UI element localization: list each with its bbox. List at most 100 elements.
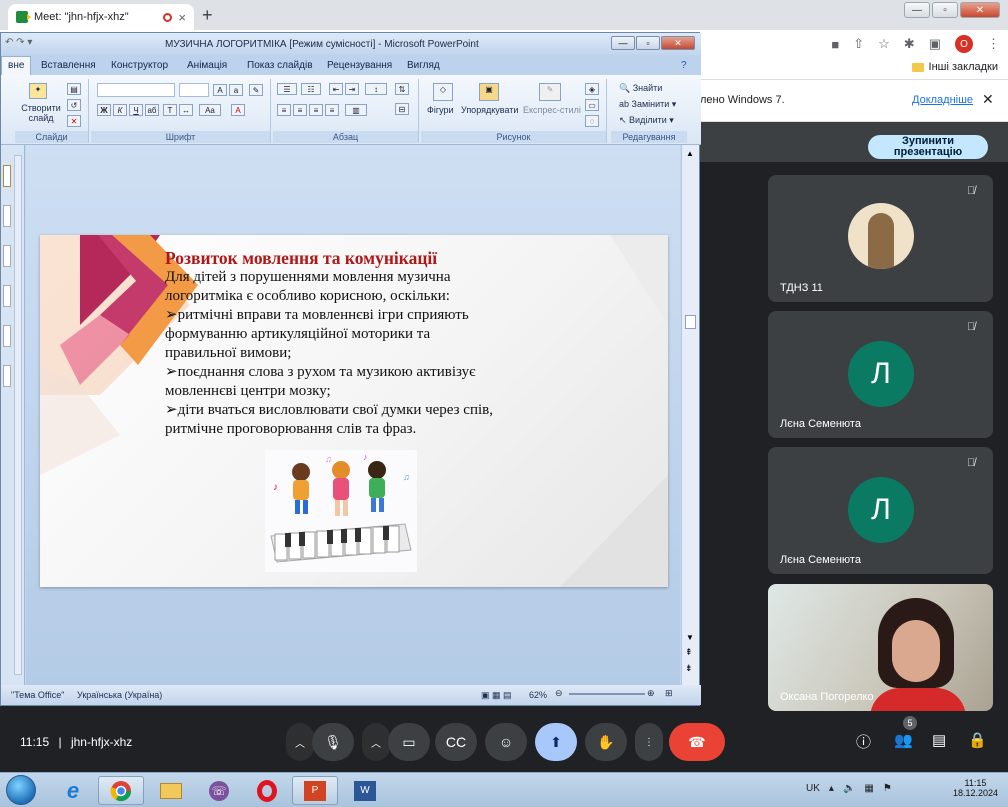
increase-indent-icon[interactable]: ⇥ bbox=[345, 83, 359, 95]
slide-thumbnail[interactable] bbox=[3, 205, 11, 227]
vertical-scrollbar[interactable]: ▲ ▼ ⇞ ⇟ bbox=[681, 145, 699, 685]
slide-thumbnail[interactable] bbox=[3, 365, 11, 387]
chrome-icon[interactable] bbox=[98, 776, 144, 805]
align-center-icon[interactable]: ≡ bbox=[293, 104, 307, 116]
shadow-icon[interactable]: T bbox=[163, 104, 177, 116]
internet-explorer-icon[interactable]: e bbox=[50, 776, 96, 805]
profile-avatar[interactable]: O bbox=[955, 35, 973, 53]
find-button[interactable]: 🔍 Знайти bbox=[619, 83, 662, 94]
powerpoint-taskbar-icon[interactable]: P bbox=[292, 776, 338, 805]
participant-tile[interactable]: 🎙̸ ТДНЗ 11 bbox=[768, 175, 993, 302]
opera-icon[interactable] bbox=[244, 776, 290, 805]
host-controls-icon[interactable]: 🔒 bbox=[968, 731, 987, 749]
participant-video-tile[interactable]: Оксана Погорелко bbox=[768, 584, 993, 711]
dancing-kids-piano-image[interactable]: ♪ ♫ ♪ ♫ bbox=[265, 450, 417, 572]
meet-tab[interactable]: Meet: "jhn-hfjx-xhz" × bbox=[8, 4, 194, 30]
spacing-icon[interactable]: ↔ bbox=[179, 104, 193, 116]
network-icon[interactable]: ▦ bbox=[864, 783, 873, 794]
tab-view[interactable]: Вигляд bbox=[407, 60, 440, 71]
slide-body[interactable]: Для дітей з порушеннями мовлення музична… bbox=[165, 268, 565, 439]
new-slide-button[interactable]: Створити слайд bbox=[21, 103, 61, 123]
tab-animation[interactable]: Анімація bbox=[187, 60, 227, 71]
zoom-slider[interactable] bbox=[569, 693, 645, 695]
action-center-icon[interactable]: ⚑ bbox=[883, 783, 892, 794]
shape-fill-icon[interactable]: ◈ bbox=[585, 83, 599, 95]
language-indicator[interactable]: UK bbox=[806, 783, 820, 794]
captions-button[interactable]: CC bbox=[435, 723, 477, 761]
font-color-icon[interactable]: A bbox=[231, 104, 245, 116]
video-options-button[interactable]: ︿ bbox=[362, 723, 390, 761]
align-right-icon[interactable]: ≡ bbox=[309, 104, 323, 116]
meeting-info-icon[interactable]: ⓘ bbox=[856, 731, 871, 752]
text-direction-icon[interactable]: ⇅ bbox=[395, 83, 409, 95]
shape-outline-icon[interactable]: ▭ bbox=[585, 99, 599, 111]
delete-slide-icon[interactable]: ✕ bbox=[67, 115, 81, 127]
chrome-menu-icon[interactable]: ⋮ bbox=[987, 36, 1000, 52]
volume-icon[interactable]: 🔈 bbox=[843, 783, 855, 794]
emoji-button[interactable]: ☺ bbox=[485, 723, 527, 761]
next-slide-icon[interactable]: ⇟ bbox=[685, 663, 693, 674]
underline-icon[interactable]: Ч bbox=[129, 104, 143, 116]
infobar-close-button[interactable]: ✕ bbox=[982, 91, 994, 108]
strikethrough-icon[interactable]: аб bbox=[145, 104, 159, 116]
start-button[interactable] bbox=[6, 775, 36, 805]
quick-access-toolbar[interactable]: ↶ ↷ ▾ bbox=[5, 37, 32, 48]
help-icon[interactable]: ? bbox=[681, 60, 687, 71]
ppt-minimize-button[interactable]: — bbox=[611, 36, 635, 50]
participant-tile[interactable]: Л 🎙̸ Лєна Семенюта bbox=[768, 311, 993, 438]
side-panel-icon[interactable]: ▣ bbox=[929, 36, 941, 52]
extensions-icon[interactable]: ✱ bbox=[904, 36, 915, 52]
align-text-icon[interactable]: ⊟ bbox=[395, 103, 409, 115]
slide[interactable]: Розвиток мовлення та комунікації Для діт… bbox=[40, 235, 668, 587]
numbering-icon[interactable]: ☷ bbox=[301, 83, 321, 95]
stop-presenting-button[interactable]: Зупинити презентацію bbox=[868, 135, 988, 159]
close-window-button[interactable]: ✕ bbox=[960, 2, 1000, 18]
tab-review[interactable]: Рецензування bbox=[327, 60, 392, 71]
share-icon[interactable]: ⇧ bbox=[853, 36, 864, 52]
camera-button[interactable]: ▭ bbox=[388, 723, 430, 761]
chat-icon[interactable]: ▤ bbox=[932, 731, 946, 749]
scrollbar-thumb[interactable] bbox=[685, 315, 696, 329]
new-tab-button[interactable]: + bbox=[202, 5, 213, 26]
arrange-button[interactable]: Упорядкувати bbox=[461, 105, 518, 115]
columns-icon[interactable]: ▥ bbox=[345, 104, 367, 116]
other-bookmarks[interactable]: Інші закладки bbox=[911, 61, 998, 73]
justify-icon[interactable]: ≡ bbox=[325, 104, 339, 116]
camera-permission-icon[interactable]: ■ bbox=[831, 37, 839, 52]
zoom-in-icon[interactable]: ⊕ bbox=[647, 688, 655, 699]
more-options-button[interactable]: ⋮ bbox=[635, 723, 663, 761]
quick-styles-button[interactable]: Експрес-стилі bbox=[523, 105, 581, 115]
people-icon[interactable]: 👥 bbox=[894, 731, 913, 749]
fit-slide-icon[interactable]: ⊞ bbox=[665, 688, 673, 699]
ppt-restore-button[interactable]: ▫ bbox=[636, 36, 660, 50]
zoom-out-icon[interactable]: ⊖ bbox=[555, 688, 563, 699]
viber-icon[interactable]: ☏ bbox=[196, 776, 242, 805]
learn-more-link[interactable]: Докладніше bbox=[912, 94, 973, 106]
slide-thumbnail[interactable] bbox=[3, 165, 11, 187]
slide-title[interactable]: Розвиток мовлення та комунікації bbox=[165, 248, 437, 269]
grow-font-icon[interactable]: A bbox=[213, 84, 227, 96]
minimize-button[interactable]: — bbox=[904, 2, 930, 18]
change-case-icon[interactable]: Aa bbox=[199, 104, 221, 116]
leave-call-button[interactable]: ☎ bbox=[669, 723, 725, 761]
file-explorer-icon[interactable] bbox=[148, 776, 194, 805]
tab-design[interactable]: Конструктор bbox=[111, 60, 168, 71]
shapes-button[interactable]: Фігури bbox=[427, 105, 454, 115]
select-button[interactable]: ↖ Виділити ▾ bbox=[619, 115, 674, 126]
line-spacing-icon[interactable]: ↕ bbox=[365, 83, 387, 95]
tab-home[interactable]: вне bbox=[1, 56, 32, 75]
view-buttons[interactable]: ▣ ▦ ▤ bbox=[481, 690, 512, 701]
layout-icon[interactable]: ▤ bbox=[67, 83, 81, 95]
bookmark-star-icon[interactable]: ☆ bbox=[878, 36, 890, 52]
bullets-icon[interactable]: ☰ bbox=[277, 83, 297, 95]
replace-button[interactable]: ab Замінити ▾ bbox=[619, 99, 676, 110]
scroll-up-icon[interactable]: ▲ bbox=[686, 149, 694, 158]
decrease-indent-icon[interactable]: ⇤ bbox=[329, 83, 343, 95]
clock[interactable]: 11:15 18.12.2024 bbox=[953, 778, 998, 798]
italic-icon[interactable]: К bbox=[113, 104, 127, 116]
reset-icon[interactable]: ↺ bbox=[67, 99, 81, 111]
present-screen-button[interactable]: ⬆ bbox=[535, 723, 577, 761]
microphone-button[interactable]: 🎙 bbox=[312, 723, 354, 761]
slide-thumbnail[interactable] bbox=[3, 285, 11, 307]
ppt-close-button[interactable]: ✕ bbox=[661, 36, 695, 50]
